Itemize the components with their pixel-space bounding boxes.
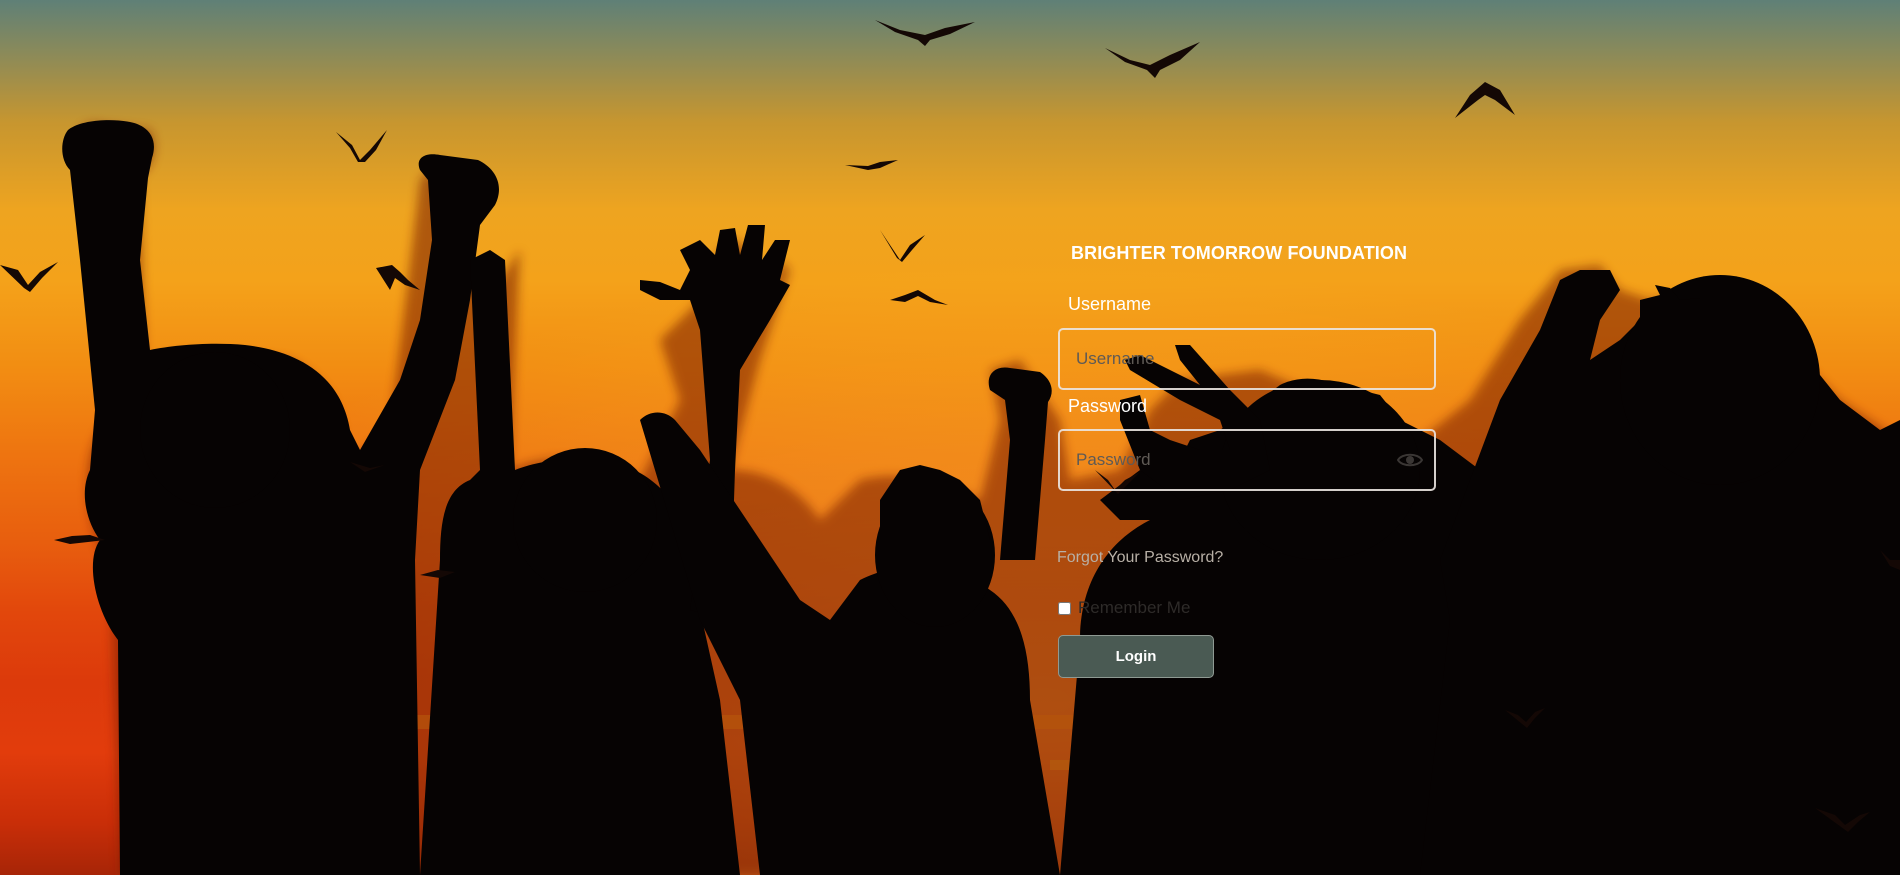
password-label: Password <box>1068 396 1148 416</box>
login-button[interactable]: Login <box>1058 635 1214 678</box>
background-photo <box>0 0 1900 875</box>
remember-me-label: Remember Me <box>1078 598 1191 617</box>
forgot-password-link[interactable]: Forgot Your Password? <box>1057 549 1223 567</box>
username-input[interactable] <box>1058 328 1436 390</box>
username-label: Username <box>1068 294 1152 314</box>
remember-me-row: Remember Me <box>1057 598 1190 618</box>
login-page: BRIGHTER TOMORROW FOUNDATION Username Pa… <box>0 0 1900 875</box>
password-input[interactable] <box>1058 429 1436 491</box>
remember-me-checkbox[interactable] <box>1058 601 1071 615</box>
eye-icon[interactable] <box>1397 450 1423 470</box>
organization-title: BRIGHTER TOMORROW FOUNDATION <box>1071 243 1408 263</box>
